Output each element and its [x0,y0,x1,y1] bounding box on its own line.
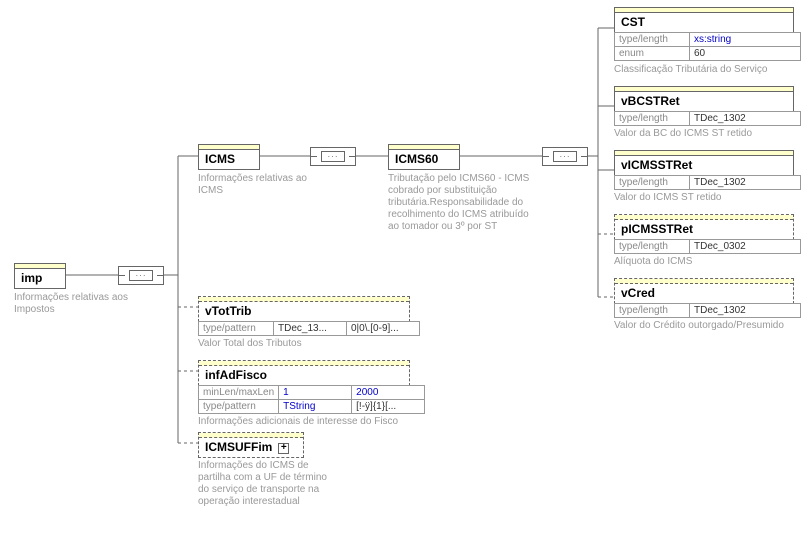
element-icmsuffim-label: ICMSUFFim [205,440,272,454]
element-vbcstret[interactable]: vBCSTRet type/lengthTDec_1302 [614,86,801,126]
element-infadfisco[interactable]: infAdFisco minLen/maxLen12000 type/patte… [198,360,425,414]
sequence-connector-2: ··· [310,147,356,166]
element-vcred-label: vCred [615,284,793,303]
element-infadfisco-desc: Informações adicionais de interesse do F… [198,416,428,428]
element-infadfisco-label: infAdFisco [199,366,409,385]
element-picmsstret-desc: Alíquota do ICMS [614,256,794,268]
element-picmsstret[interactable]: pICMSSTRet type/lengthTDec_0302 [614,214,801,254]
element-icms60-desc: Tributação pelo ICMS60 - ICMS cobrado po… [388,173,538,233]
element-icms-label: ICMS [199,150,259,169]
element-icmsuffim-desc: Informações do ICMS de partilha com a UF… [198,460,338,508]
element-vicmsstret[interactable]: vICMSSTRet type/lengthTDec_1302 [614,150,801,190]
sequence-connector-1: ··· [118,266,164,285]
element-icms60-label: ICMS60 [389,150,459,169]
expand-icon[interactable]: + [278,443,289,454]
element-vtottrib[interactable]: vTotTrib type/patternTDec_13...0|0\.[0-9… [198,296,420,336]
element-icms60[interactable]: ICMS60 [388,144,460,170]
vcred-props: type/lengthTDec_1302 [614,303,801,318]
element-icms[interactable]: ICMS [198,144,260,170]
element-cst-label: CST [615,13,793,32]
sequence-connector-3: ··· [542,147,588,166]
element-vtottrib-desc: Valor Total dos Tributos [198,338,398,350]
picmsstret-props: type/lengthTDec_0302 [614,239,801,254]
element-vbcstret-label: vBCSTRet [615,92,793,111]
element-picmsstret-label: pICMSSTRet [615,220,793,239]
element-vicmsstret-desc: Valor do ICMS ST retido [614,192,794,204]
vicmsstret-props: type/lengthTDec_1302 [614,175,801,190]
cst-props: type/lengthxs:string enum60 [614,32,801,61]
element-icmsuffim[interactable]: ICMSUFFim + [198,432,304,458]
element-imp[interactable]: imp [14,263,66,289]
element-vcred[interactable]: vCred type/lengthTDec_1302 [614,278,801,318]
element-cst[interactable]: CST type/lengthxs:string enum60 [614,7,801,61]
element-cst-desc: Classificação Tributária do Serviço [614,64,794,76]
element-vcred-desc: Valor do Crédito outorgado/Presumido [614,320,804,332]
element-vicmsstret-label: vICMSSTRet [615,156,793,175]
element-vtottrib-label: vTotTrib [199,302,409,321]
element-imp-label: imp [15,269,65,288]
vtottrib-props: type/patternTDec_13...0|0\.[0-9]... [198,321,420,336]
infadfisco-props: minLen/maxLen12000 type/patternTString[!… [198,385,425,414]
vbcstret-props: type/lengthTDec_1302 [614,111,801,126]
element-icms-desc: Informações relativas ao ICMS [198,173,328,197]
element-vbcstret-desc: Valor da BC do ICMS ST retido [614,128,794,140]
element-imp-desc: Informações relativas aos Impostos [14,292,134,316]
